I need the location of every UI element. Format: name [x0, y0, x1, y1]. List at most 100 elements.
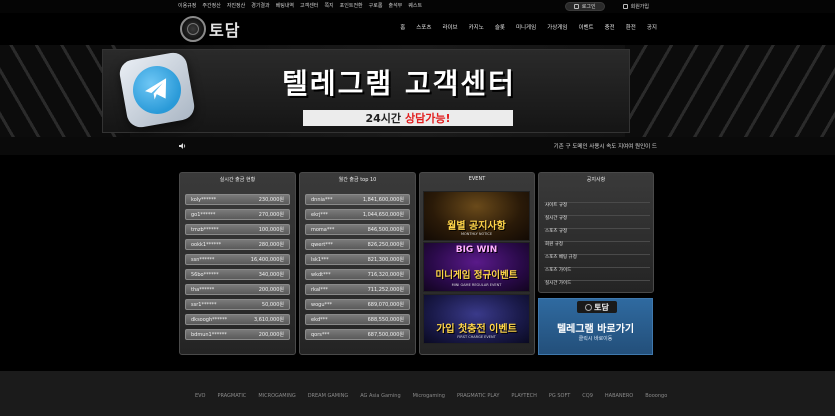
nav-item-sports[interactable]: 스포츠 — [416, 23, 431, 31]
row-amount: 280,000원 — [258, 242, 284, 248]
utility-link[interactable]: 주간정산 — [202, 2, 220, 10]
row-amount: 270,000원 — [258, 212, 284, 218]
utility-link[interactable]: 출석부 — [388, 2, 402, 10]
list-item: dksoogh****** 3,610,000원 — [185, 314, 290, 325]
notice-item[interactable]: 스포츠 베팅 규정 — [544, 243, 650, 260]
panel-title: EVENT — [468, 176, 486, 182]
list-item: qors*** 687,500,000원 — [305, 329, 410, 340]
nav-item-home[interactable]: 홈 — [400, 23, 405, 31]
utility-link[interactable]: 퀘스트 — [408, 2, 422, 10]
utility-links: 이용규정 주간정산 자진정산 경기결과 베팅내역 고객센터 쪽지 포인트전환 구… — [178, 2, 422, 10]
row-user: dksoogh****** — [191, 316, 228, 323]
notice-item[interactable]: 스포츠 규정 — [544, 217, 650, 234]
event-title: 월별 공지사항 — [447, 221, 506, 232]
nav-item-withdraw[interactable]: 환전 — [626, 23, 636, 31]
partner-logo: Microgaming — [412, 392, 445, 399]
notice-item[interactable]: 사이트 규정 — [544, 191, 650, 208]
notice-item[interactable]: 회원 규정 — [544, 230, 650, 247]
event-banner-minigame[interactable]: BIG WIN 미니게임 정규이벤트 MINI GAME REGULAR EVE… — [423, 242, 530, 292]
nav-item-notice[interactable]: 공지 — [647, 23, 657, 31]
row-amount: 687,500,000원 — [367, 332, 404, 338]
row-amount: 711,252,000원 — [367, 287, 404, 293]
utility-link[interactable]: 이용규정 — [178, 2, 196, 10]
footer: EVO PRAGMATIC MICROGAMING DREAM GAMING A… — [0, 371, 835, 416]
row-amount: 3,610,000원 — [253, 317, 284, 323]
shortcut-logo: 토담 — [577, 301, 617, 313]
top-utility-bar: 이용규정 주간정산 자진정산 경기결과 베팅내역 고객센터 쪽지 포인트전환 구… — [0, 0, 835, 13]
nav-item-virtual[interactable]: 가상게임 — [547, 23, 567, 31]
banner-sub-available: 상담가능! — [405, 112, 451, 125]
banner-sub-hours: 24시간 — [365, 112, 402, 125]
row-user: tmzb****** — [191, 226, 219, 233]
partner-logo: AG Asia Gaming — [360, 392, 401, 399]
list-item: ekrj*** 1,044,650,000원 — [305, 209, 410, 220]
row-user: dnnia*** — [311, 196, 333, 203]
partner-logo: PRAGMATIC PLAY — [456, 392, 500, 399]
auth-buttons: 로그인 회원가입 — [564, 2, 657, 11]
event-banner-monthly[interactable]: 월별 공지사항 MONTHLY NOTICE — [423, 191, 530, 241]
utility-link[interactable]: 구로롬 — [369, 2, 383, 10]
partner-logo: MICROGAMING — [258, 392, 296, 399]
row-amount: 340,000원 — [258, 272, 284, 278]
login-button[interactable]: 로그인 — [564, 2, 605, 11]
nav-item-live[interactable]: 라이브 — [442, 23, 457, 31]
logo-emblem-icon — [585, 303, 593, 311]
list-item: bdmun1****** 200,000원 — [185, 329, 290, 340]
list-item: moma*** 846,500,000원 — [305, 224, 410, 235]
row-amount: 688,550,000원 — [367, 317, 404, 323]
partner-logo: HABANERO — [604, 392, 634, 399]
event-subtitle: FIRST CHARGE EVENT — [457, 335, 496, 339]
row-user: 56bo****** — [191, 271, 219, 278]
logo-emblem-icon — [180, 16, 206, 42]
hero-banner[interactable]: 텔레그램 고객센터 24시간 상담가능! — [0, 45, 835, 137]
row-user: lsk1*** — [311, 256, 329, 263]
event-badge: BIG WIN — [455, 245, 498, 255]
event-title: 미니게임 정규이벤트 — [435, 270, 518, 281]
nav-item-slot[interactable]: 슬롯 — [495, 23, 505, 31]
event-banner-first-charge[interactable]: 가입 첫충전 이벤트 FIRST CHARGE EVENT — [423, 294, 530, 344]
signup-button[interactable]: 회원가입 — [615, 2, 657, 11]
list-item: rkal*** 711,252,000원 — [305, 284, 410, 295]
row-user: bdmun1****** — [191, 331, 227, 338]
row-user: ssn****** — [191, 256, 215, 263]
nav-item-deposit[interactable]: 충전 — [605, 23, 615, 31]
utility-link[interactable]: 자진정산 — [227, 2, 245, 10]
partner-logos: EVO PRAGMATIC MICROGAMING DREAM GAMING A… — [195, 391, 667, 400]
nav-item-event[interactable]: 이벤트 — [578, 23, 593, 31]
shortcut-subtitle: 클릭시 바로이동 — [578, 336, 613, 342]
event-subtitle: MINI GAME REGULAR EVENT — [451, 283, 502, 287]
list-item: ekd*** 688,550,000원 — [305, 314, 410, 325]
row-user: tha****** — [191, 286, 215, 293]
utility-link[interactable]: 포인트전환 — [340, 2, 363, 10]
row-amount: 689,070,000원 — [367, 302, 404, 308]
row-user: moma*** — [311, 226, 335, 233]
notice-label: 실시간 가이드 — [545, 281, 572, 286]
partner-logo: DREAM GAMING — [307, 392, 349, 399]
row-user: koly****** — [191, 196, 217, 203]
row-user: qwert*** — [311, 241, 333, 248]
list-item: koly****** 230,000원 — [185, 194, 290, 205]
utility-link[interactable]: 쪽지 — [324, 2, 333, 10]
list-item: lsk1*** 821,300,000원 — [305, 254, 410, 265]
row-user: qors*** — [311, 331, 330, 338]
list-item: go1****** 270,000원 — [185, 209, 290, 220]
utility-link[interactable]: 고객센터 — [300, 2, 318, 10]
telegram-shortcut-banner[interactable]: 토담 텔레그램 바로가기 클릭시 바로이동 — [538, 298, 653, 355]
partner-logo: Booongo — [645, 392, 668, 399]
banner-title: 텔레그램 고객센터 — [282, 67, 516, 100]
nav-item-minigame[interactable]: 미니게임 — [516, 23, 536, 31]
logo-text: 토담 — [209, 21, 241, 40]
notice-item[interactable]: 실시간 규정 — [544, 204, 650, 221]
utility-link[interactable]: 베팅내역 — [276, 2, 294, 10]
nav-item-casino[interactable]: 카지노 — [469, 23, 484, 31]
row-amount: 1,044,650,000원 — [362, 212, 404, 218]
row-user: wogu*** — [311, 301, 332, 308]
utility-link[interactable]: 경기결과 — [251, 2, 269, 10]
notice-item[interactable]: 실시간 가이드 — [544, 269, 650, 286]
list-item: 56bo****** 340,000원 — [185, 269, 290, 280]
list-item: qwert*** 826,250,000원 — [305, 239, 410, 250]
site-logo[interactable]: 토담 — [180, 16, 240, 42]
banner-subtitle: 24시간 상담가능! — [303, 110, 513, 126]
notice-item[interactable]: 스포츠 가이드 — [544, 256, 650, 273]
list-item: tha****** 200,000원 — [185, 284, 290, 295]
